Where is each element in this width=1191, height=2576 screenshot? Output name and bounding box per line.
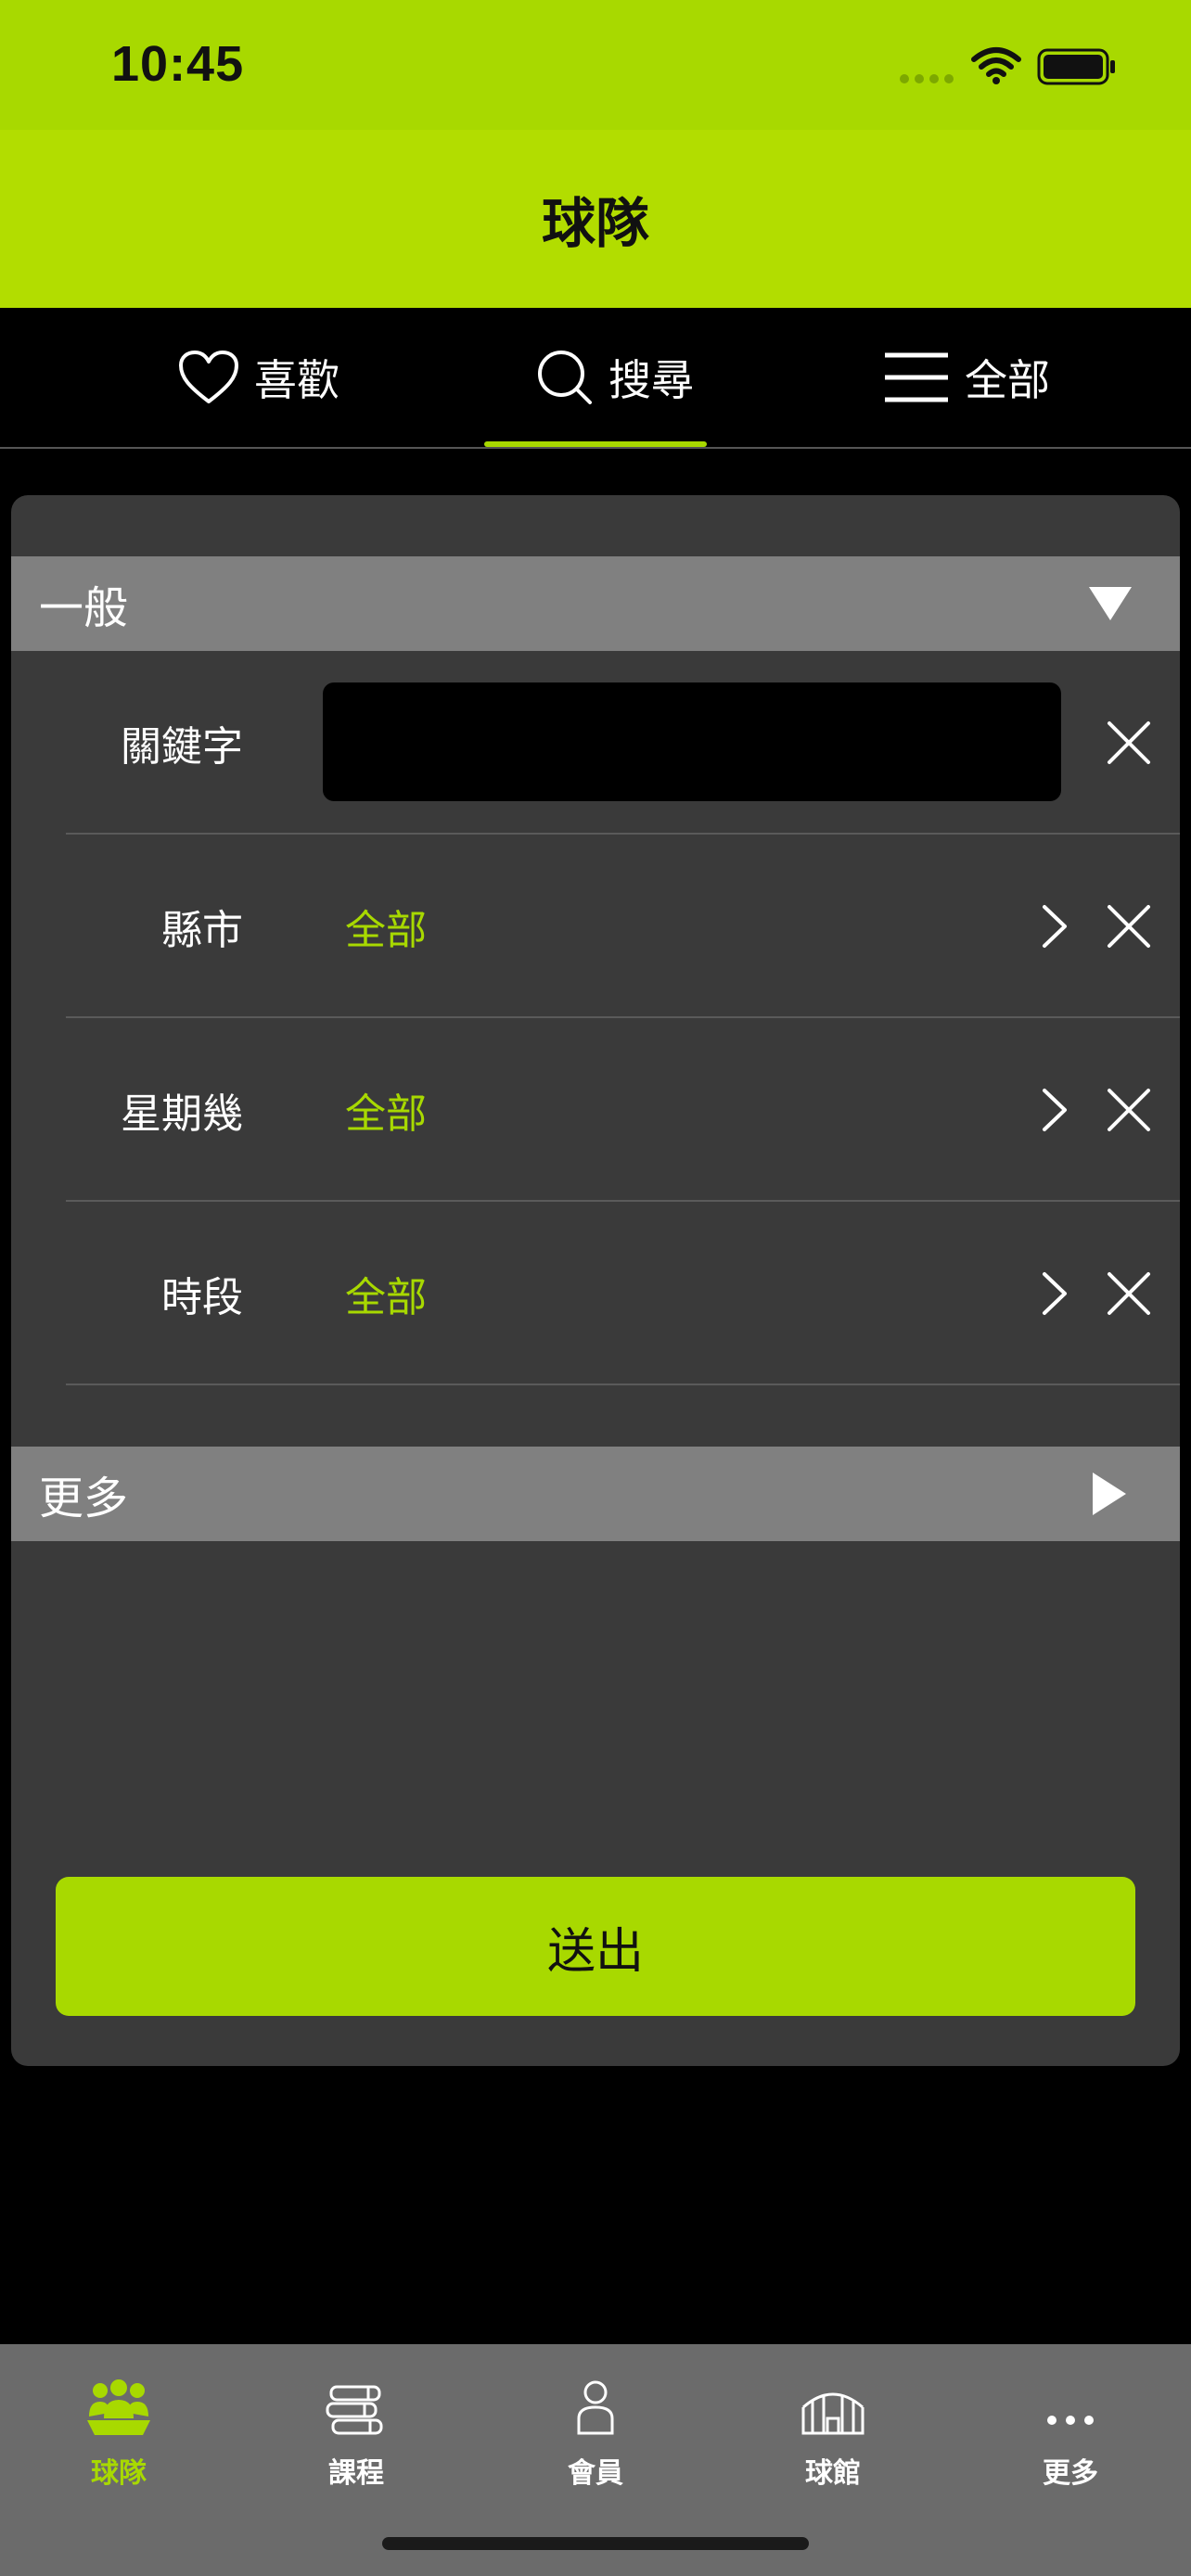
triangle-right-icon xyxy=(1093,1473,1126,1515)
clear-keyword-icon[interactable] xyxy=(1106,720,1152,766)
bottom-tab-teams-label: 球隊 xyxy=(91,2457,147,2490)
tab-favorites-label: 喜歡 xyxy=(254,355,339,405)
chevron-right-icon[interactable] xyxy=(1041,1087,1069,1133)
tab-search[interactable]: 搜尋 xyxy=(536,308,694,447)
section-general-header[interactable]: 一般 xyxy=(11,556,1180,651)
team-icon xyxy=(87,2379,150,2435)
person-icon xyxy=(577,2380,614,2435)
books-icon xyxy=(326,2385,383,2435)
section-general-title: 一般 xyxy=(39,582,129,634)
status-bar: 10:45 xyxy=(0,0,1191,130)
bottom-tab-arenas-label: 球館 xyxy=(805,2457,861,2490)
keyword-label: 關鍵字 xyxy=(121,723,243,771)
tab-all-label: 全部 xyxy=(965,355,1050,405)
filter-city-label: 縣市 xyxy=(161,907,243,954)
section-more-title: 更多 xyxy=(39,1473,129,1524)
chevron-right-icon[interactable] xyxy=(1041,903,1069,950)
filter-timeslot-label: 時段 xyxy=(161,1274,243,1321)
battery-icon xyxy=(1037,48,1115,85)
filter-city-value: 全部 xyxy=(345,907,427,954)
more-dots-icon xyxy=(1047,2416,1094,2425)
filter-weekday-label: 星期幾 xyxy=(121,1090,243,1138)
triangle-down-icon xyxy=(1089,587,1132,620)
keyword-input[interactable] xyxy=(323,682,1061,801)
heart-icon xyxy=(179,351,238,403)
row-divider xyxy=(66,1384,1180,1385)
submit-button[interactable]: 送出 xyxy=(56,1877,1135,2016)
filter-row-weekday[interactable]: 星期幾 全部 xyxy=(11,1018,1180,1202)
search-panel: 一般 關鍵字 縣市 全部 星期幾 全部 時段 全部 更多 送出 xyxy=(11,495,1180,2066)
filter-weekday-value: 全部 xyxy=(345,1090,427,1138)
filter-row-timeslot[interactable]: 時段 全部 xyxy=(11,1202,1180,1385)
bottom-tab-members[interactable]: 會員 xyxy=(512,2344,679,2511)
wifi-icon xyxy=(971,47,1021,84)
search-icon xyxy=(538,351,592,404)
clear-city-icon[interactable] xyxy=(1106,903,1152,950)
bottom-tab-more-label: 更多 xyxy=(1043,2457,1098,2490)
list-icon xyxy=(885,352,948,402)
section-more-header[interactable]: 更多 xyxy=(11,1447,1180,1541)
tab-search-label: 搜尋 xyxy=(608,355,694,405)
cellular-signal-icon xyxy=(900,74,954,83)
status-time: 10:45 xyxy=(111,36,245,92)
active-tab-indicator xyxy=(484,441,707,447)
tab-all[interactable]: 全部 xyxy=(883,308,1050,447)
home-indicator xyxy=(382,2537,809,2550)
bottom-tab-courses[interactable]: 課程 xyxy=(273,2344,440,2511)
bottom-tab-teams[interactable]: 球隊 xyxy=(35,2344,202,2511)
bottom-tab-courses-label: 課程 xyxy=(328,2457,384,2490)
top-tab-bar: 喜歡 搜尋 全部 xyxy=(0,308,1191,449)
bottom-tab-more[interactable]: 更多 xyxy=(987,2344,1154,2511)
arena-icon xyxy=(801,2392,864,2435)
clear-timeslot-icon[interactable] xyxy=(1106,1270,1152,1317)
filter-timeslot-value: 全部 xyxy=(345,1274,427,1321)
bottom-tab-arenas[interactable]: 球館 xyxy=(749,2344,916,2511)
nav-header: 球隊 xyxy=(0,130,1191,308)
chevron-right-icon[interactable] xyxy=(1041,1270,1069,1317)
keyword-row: 關鍵字 xyxy=(11,651,1180,835)
page-title: 球隊 xyxy=(541,192,649,255)
clear-weekday-icon[interactable] xyxy=(1106,1087,1152,1133)
tab-favorites[interactable]: 喜歡 xyxy=(178,308,339,447)
filter-row-city[interactable]: 縣市 全部 xyxy=(11,835,1180,1018)
bottom-tab-members-label: 會員 xyxy=(568,2457,623,2490)
